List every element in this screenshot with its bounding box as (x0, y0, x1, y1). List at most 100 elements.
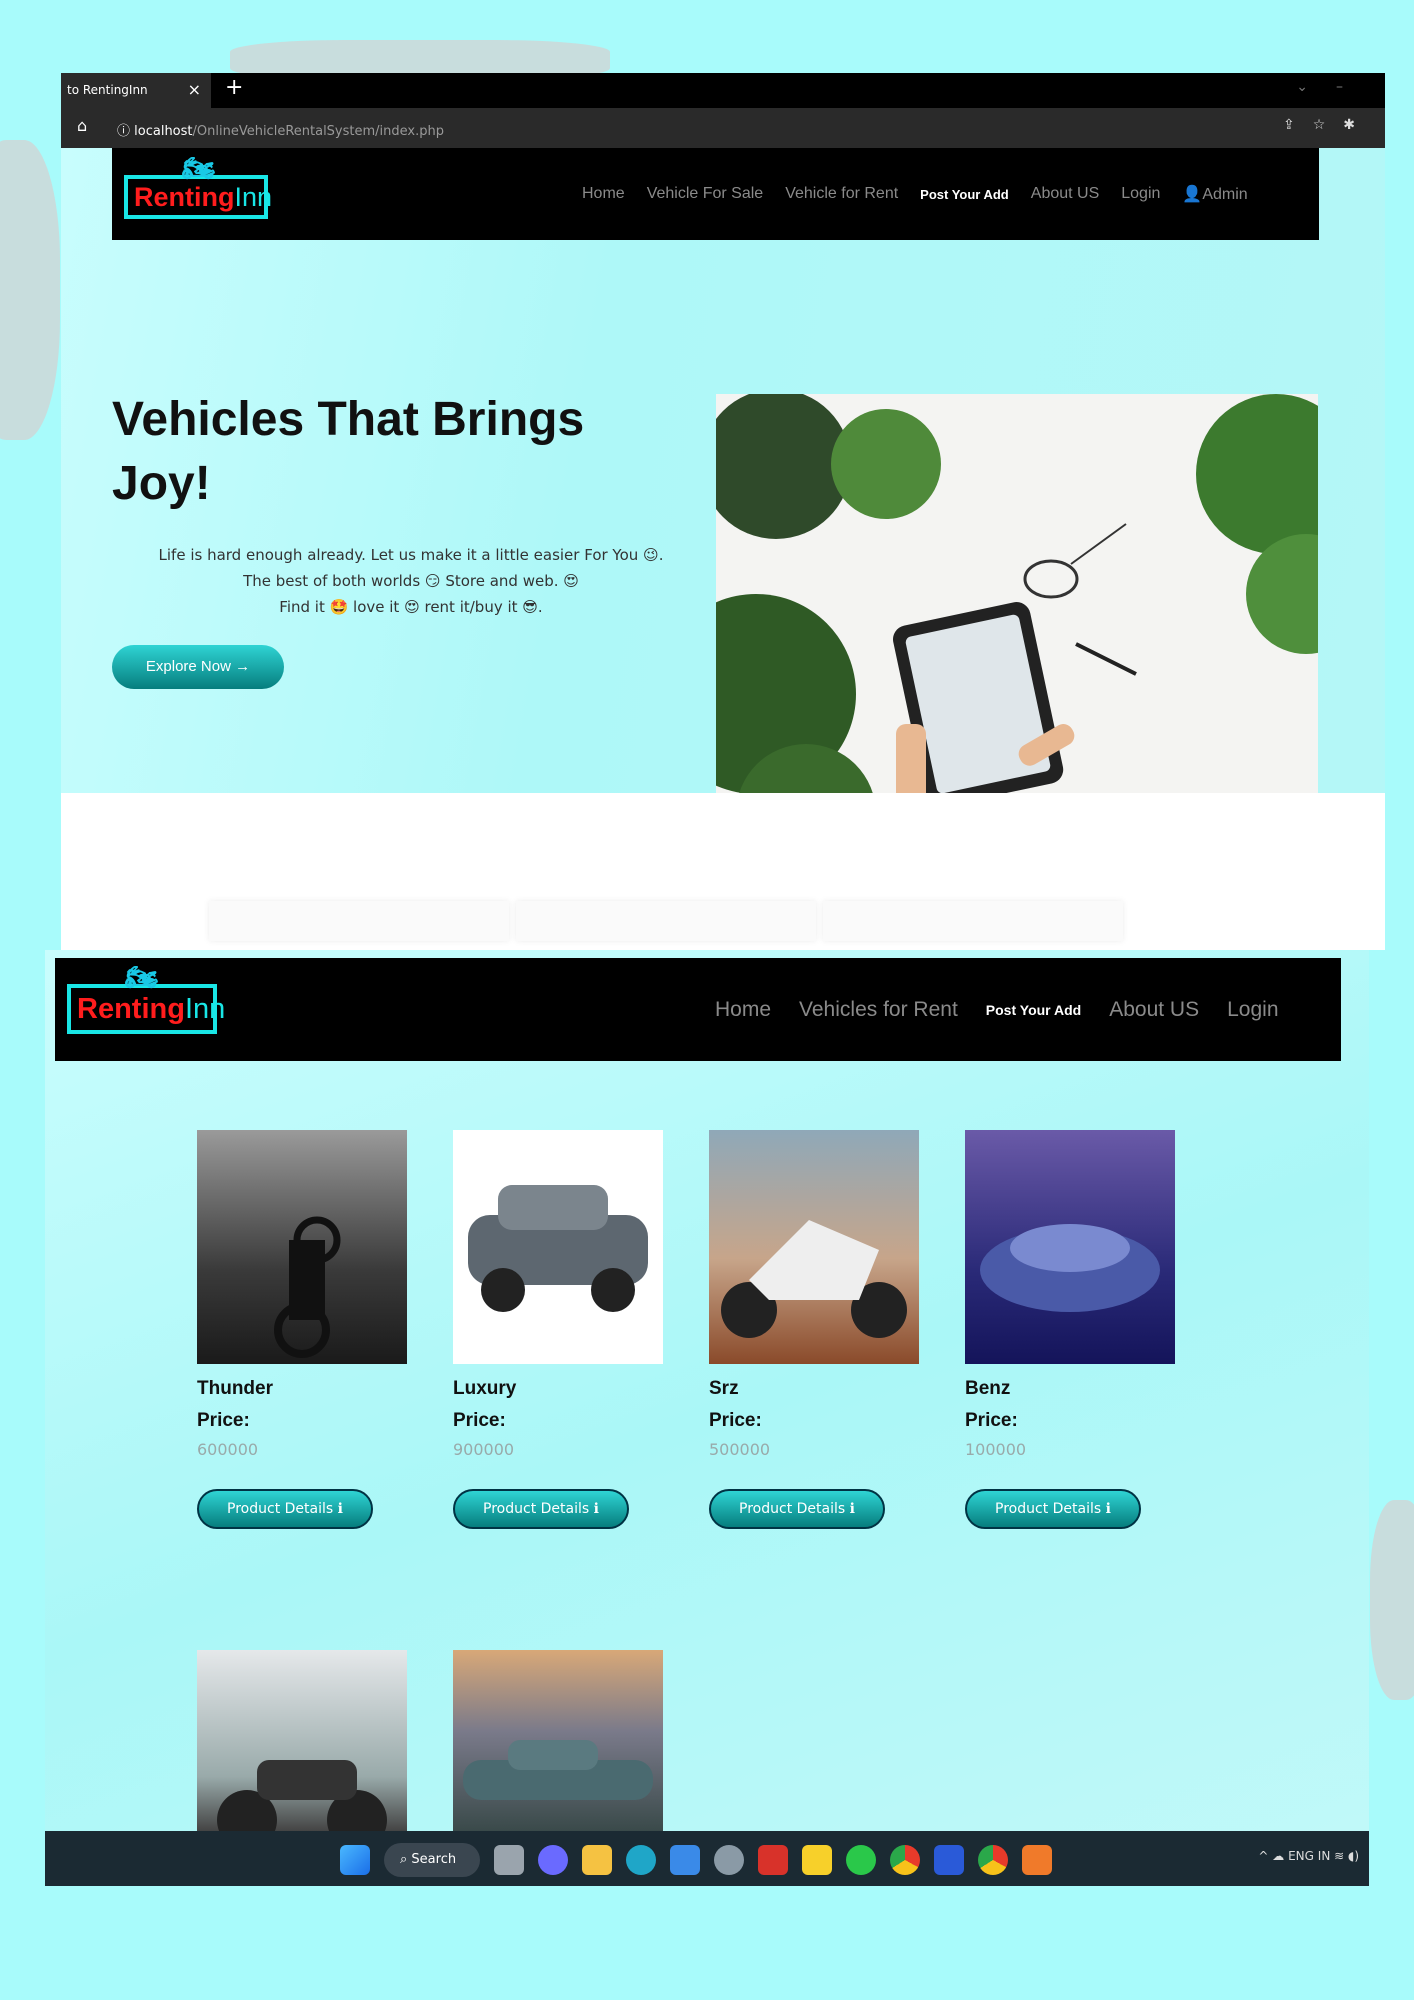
vehicles-nav-links: Home Vehicles for Rent Post Your Add Abo… (715, 958, 1279, 1061)
nav-post-your-add[interactable]: Post Your Add (920, 187, 1009, 202)
chat-icon[interactable] (538, 1845, 568, 1875)
sticky-notes-icon[interactable] (802, 1845, 832, 1875)
store-icon[interactable] (670, 1845, 700, 1875)
logo-text-inn: Inn (234, 182, 273, 212)
info-icon[interactable]: ⓘ (117, 124, 130, 139)
nav-home[interactable]: Home (715, 998, 771, 1022)
vehicle-sedan-image[interactable] (453, 1650, 663, 1831)
tab-close-icon[interactable]: × (188, 80, 201, 99)
xampp-icon[interactable] (1022, 1845, 1052, 1875)
browser-tab-bar: to RentingInn × + ⌄– (61, 73, 1385, 108)
feature-card-stub (209, 901, 509, 941)
explore-now-button[interactable]: Explore Now → (112, 645, 284, 689)
vehicle-card: Luxury Price: 900000 Product Details ℹ (453, 1130, 663, 1529)
search-icon: ⌕ (400, 1852, 412, 1867)
hero-title: Vehicles That Brings Joy! (112, 393, 585, 510)
vehicles-navbar: 🏍 RentingInn Home Vehicles for Rent Post… (55, 958, 1341, 1061)
rentinginn-logo[interactable]: 🏍 RentingInn (67, 962, 225, 1034)
concept-car-icon (980, 1224, 1160, 1312)
price-value: 900000 (453, 1440, 515, 1459)
vehicle-name: Thunder (197, 1378, 273, 1399)
price-label: Price: (453, 1410, 506, 1431)
hero-tablet-plants-image (716, 394, 1318, 834)
language-indicator[interactable]: ENG (1288, 1849, 1314, 1863)
file-explorer-icon[interactable] (582, 1845, 612, 1875)
nav-post-your-add[interactable]: Post Your Add (986, 1002, 1081, 1018)
nav-vehicle-for-sale[interactable]: Vehicle For Sale (647, 185, 764, 203)
chevron-up-icon[interactable]: ^ ☁ (1258, 1849, 1288, 1863)
new-tab-icon[interactable]: + (225, 75, 243, 100)
window-controls[interactable]: ⌄– (1296, 79, 1371, 95)
suv-icon (468, 1185, 648, 1312)
chrome-active-icon[interactable] (978, 1845, 1008, 1875)
system-tray[interactable]: ^ ☁ ENG IN ≋ ◖) (1258, 1849, 1359, 1863)
top-navbar: 🏍 RentingInn Home Vehicle For Sale Vehic… (112, 148, 1319, 240)
bike-icon: 🏍 (125, 962, 159, 992)
product-details-button[interactable]: Product Details ℹ (453, 1489, 629, 1529)
vehicle-name: Benz (965, 1378, 1011, 1399)
admin-user-icon: 👤 (1182, 186, 1203, 203)
mcafee-icon[interactable] (758, 1845, 788, 1875)
nav-login[interactable]: Login (1227, 998, 1278, 1022)
edge-icon[interactable] (626, 1845, 656, 1875)
nav-login[interactable]: Login (1121, 185, 1160, 203)
rentinginn-logo[interactable]: 🏍 RentingInn (124, 153, 272, 219)
nav-vehicle-for-rent[interactable]: Vehicle for Rent (785, 185, 898, 203)
word-icon[interactable] (934, 1845, 964, 1875)
browser-tab[interactable]: to RentingInn × (61, 73, 211, 108)
homepage-screenshot: to RentingInn × + ⌄– ⌂ ⓘ localhost/Onlin… (61, 73, 1385, 950)
windows-start-icon[interactable] (340, 1845, 370, 1875)
sedan-icon (463, 1740, 653, 1800)
hero-tagline: Life is hard enough already. Let us make… (151, 542, 671, 620)
tagline-line-2: The best of both worlds 😏 Store and web.… (243, 572, 579, 590)
hero-section: 🏍 RentingInn Home Vehicle For Sale Vehic… (61, 148, 1385, 834)
vehicle-card (197, 1650, 407, 1831)
logo-text-renting: Renting (134, 182, 235, 212)
region-indicator: IN (1317, 1849, 1331, 1863)
logo-text-inn: Inn (184, 993, 226, 1025)
vehicle-card: Benz Price: 100000 Product Details ℹ (965, 1130, 1175, 1529)
vehicle-name: Luxury (453, 1378, 517, 1399)
address-bar: ⌂ ⓘ localhost/OnlineVehicleRentalSystem/… (61, 108, 1385, 148)
product-details-button[interactable]: Product Details ℹ (965, 1489, 1141, 1529)
home-icon[interactable]: ⌂ (77, 116, 87, 135)
url-field[interactable]: ⓘ localhost/OnlineVehicleRentalSystem/in… (111, 116, 1261, 140)
product-details-button[interactable]: Product Details ℹ (709, 1489, 885, 1529)
settings-icon[interactable] (714, 1845, 744, 1875)
price-label: Price: (197, 1410, 250, 1431)
wifi-volume-icon[interactable]: ≋ ◖) (1334, 1849, 1359, 1863)
vehicle-benz-image[interactable] (965, 1130, 1175, 1364)
feature-card-stub (516, 901, 816, 941)
vehicle-name: Srz (709, 1378, 739, 1399)
motorcycle-icon (274, 1216, 341, 1358)
tab-title: to RentingInn (67, 83, 148, 97)
nav-admin[interactable]: 👤Admin (1182, 184, 1247, 204)
nav-about-us[interactable]: About US (1109, 998, 1199, 1022)
vehicle-card: Thunder Price: 600000 Product Details ℹ (197, 1130, 407, 1529)
vehicle-thunder-image[interactable] (197, 1130, 407, 1364)
price-value: 500000 (709, 1440, 771, 1459)
decorative-splash (1370, 1500, 1414, 1700)
browser-action-icons[interactable]: ⇪☆✱ (1283, 117, 1373, 133)
whatsapp-icon[interactable] (846, 1845, 876, 1875)
product-details-button[interactable]: Product Details ℹ (197, 1489, 373, 1529)
cruiser-bike-icon (217, 1760, 387, 1831)
taskbar-search[interactable]: ⌕ Search (384, 1843, 480, 1877)
sport-bike-icon (721, 1220, 907, 1338)
nav-vehicles-for-rent[interactable]: Vehicles for Rent (799, 998, 958, 1022)
url-path: /OnlineVehicleRentalSystem/index.php (192, 124, 444, 139)
nav-home[interactable]: Home (582, 185, 625, 203)
nav-about-us[interactable]: About US (1031, 185, 1099, 203)
top-nav-links: Home Vehicle For Sale Vehicle for Rent P… (582, 148, 1248, 240)
chrome-icon[interactable] (890, 1845, 920, 1875)
taskbar-icons: ⌕ Search (340, 1843, 1052, 1877)
vehicle-srz-image[interactable] (709, 1130, 919, 1364)
feature-card-stub (823, 901, 1123, 941)
vehicle-cruiser-image[interactable] (197, 1650, 407, 1831)
vehicle-luxury-image[interactable] (453, 1130, 663, 1364)
price-label: Price: (709, 1410, 762, 1431)
vehicle-card: Srz Price: 500000 Product Details ℹ (709, 1130, 919, 1529)
task-view-icon[interactable] (494, 1845, 524, 1875)
hero-illustration (716, 394, 1318, 834)
windows-taskbar: ⌕ Search ^ ☁ ENG IN ≋ ◖) (45, 1831, 1369, 1886)
